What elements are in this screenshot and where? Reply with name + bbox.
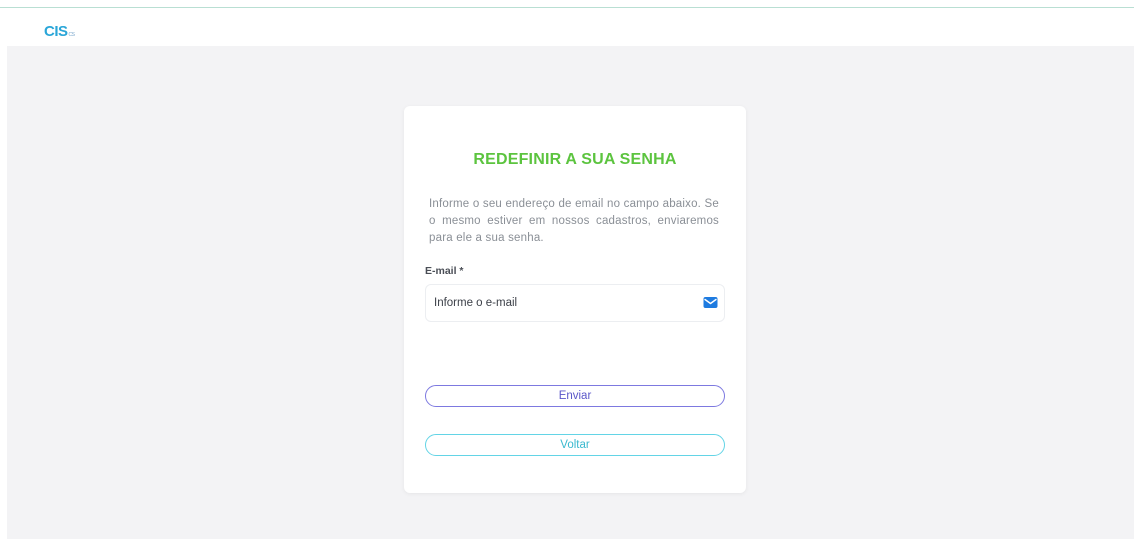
page-title: REDEFINIR A SUA SENHA: [473, 151, 677, 168]
email-field-wrapper: [425, 284, 725, 322]
envelope-icon: [703, 296, 718, 309]
back-button[interactable]: Voltar: [425, 434, 725, 456]
send-button[interactable]: Enviar: [425, 385, 725, 407]
email-label: E-mail *: [425, 265, 464, 277]
logo-text: CIS: [44, 23, 68, 40]
logo-sub: CS: [68, 32, 75, 38]
header: CISCS: [0, 8, 1134, 46]
email-field[interactable]: [426, 285, 696, 321]
reset-password-card: REDEFINIR A SUA SENHA Informe o seu ende…: [404, 106, 746, 493]
instructions-text: Informe o seu endereço de email no campo…: [429, 198, 719, 244]
logo[interactable]: CISCS: [44, 23, 75, 40]
